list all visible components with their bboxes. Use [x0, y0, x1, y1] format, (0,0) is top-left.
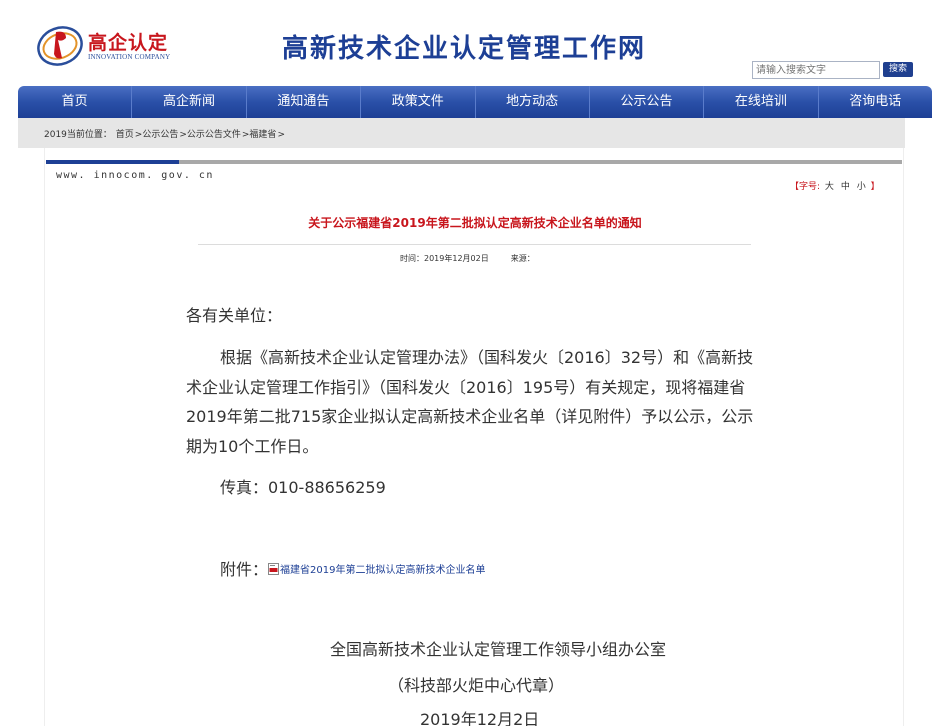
main-nav: 首页 高企新闻 通知通告 政策文件 地方动态 公示公告 在线培训 咨询电话 — [18, 86, 932, 118]
nav-item-policy[interactable]: 政策文件 — [361, 86, 476, 118]
article-source: 来源： — [510, 254, 535, 263]
signature-organization: 全国高新技术企业认定管理工作领导小组办公室 — [330, 640, 667, 659]
font-size-large[interactable]: 大 — [825, 182, 834, 192]
font-size-label: 【字号: — [790, 182, 821, 192]
breadcrumb-item-end: > — [277, 130, 285, 140]
article-fax: 传真：010-88656259 — [220, 478, 386, 497]
content-divider-accent — [46, 160, 179, 164]
breadcrumb-label: 2019当前位置： — [44, 130, 112, 140]
site-url: www. innocom. gov. cn — [56, 170, 214, 181]
site-logo[interactable]: 高企认定 INNOVATION COMPANY — [36, 20, 196, 72]
search-input[interactable] — [752, 61, 880, 79]
font-size-close: 】 — [870, 182, 880, 192]
font-size-switcher: 【字号: 大 中 小 】 — [790, 179, 880, 192]
nav-item-announcements[interactable]: 公示公告 — [590, 86, 705, 118]
article-attachment: 附件： 福建省2019年第二批拟认定高新技术企业名单 — [220, 556, 485, 580]
logo-mark-icon — [37, 26, 83, 66]
breadcrumb-item-announcement-files[interactable]: >公示公告文件 — [179, 130, 241, 140]
attachment-label: 附件： — [220, 560, 269, 579]
signature-date: 2019年12月2日 — [420, 710, 540, 726]
font-size-medium[interactable]: 中 — [841, 182, 850, 192]
page: 高企认定 INNOVATION COMPANY 高新技术企业认定管理工作网 搜索… — [0, 0, 950, 726]
site-title: 高新技术企业认定管理工作网 — [282, 34, 647, 64]
breadcrumb: 2019当前位置： 首页>公示公告>公示公告文件>福建省> — [44, 127, 286, 140]
article-title: 关于公示福建省2019年第二批拟认定高新技术企业名单的通知 — [308, 216, 642, 230]
breadcrumb-bar: 2019当前位置： 首页>公示公告>公示公告文件>福建省> — [18, 118, 905, 148]
nav-item-hotline[interactable]: 咨询电话 — [819, 86, 932, 118]
nav-item-local[interactable]: 地方动态 — [476, 86, 590, 118]
title-divider — [198, 244, 751, 245]
nav-item-home[interactable]: 首页 — [18, 86, 133, 118]
logo-subtitle: INNOVATION COMPANY — [88, 53, 171, 61]
signature-note: （科技部火炬中心代章） — [388, 676, 565, 695]
attachment-link[interactable]: 福建省2019年第二批拟认定高新技术企业名单 — [280, 565, 485, 576]
breadcrumb-item-fujian[interactable]: >福建省 — [242, 130, 277, 140]
search-button[interactable]: 搜索 — [883, 62, 913, 77]
article-greeting: 各有关单位： — [186, 306, 283, 325]
article-meta: 时间：2019年12月02日 来源： — [400, 253, 535, 264]
nav-item-training[interactable]: 在线培训 — [704, 86, 819, 118]
breadcrumb-item-announcements[interactable]: >公示公告 — [135, 130, 179, 140]
pdf-file-icon — [268, 563, 280, 575]
nav-item-notices[interactable]: 通知通告 — [247, 86, 362, 118]
site-header: 高企认定 INNOVATION COMPANY 高新技术企业认定管理工作网 搜索 — [0, 0, 950, 86]
font-size-small[interactable]: 小 — [857, 182, 866, 192]
nav-item-news[interactable]: 高企新闻 — [132, 86, 247, 118]
article-paragraph: 根据《高新技术企业认定管理办法》（国科发火〔2016〕32号）和《高新技术企业认… — [186, 348, 754, 456]
article-time: 时间：2019年12月02日 — [400, 254, 489, 263]
logo-text: 高企认定 — [88, 32, 169, 54]
breadcrumb-item-home[interactable]: 首页 — [116, 130, 134, 140]
